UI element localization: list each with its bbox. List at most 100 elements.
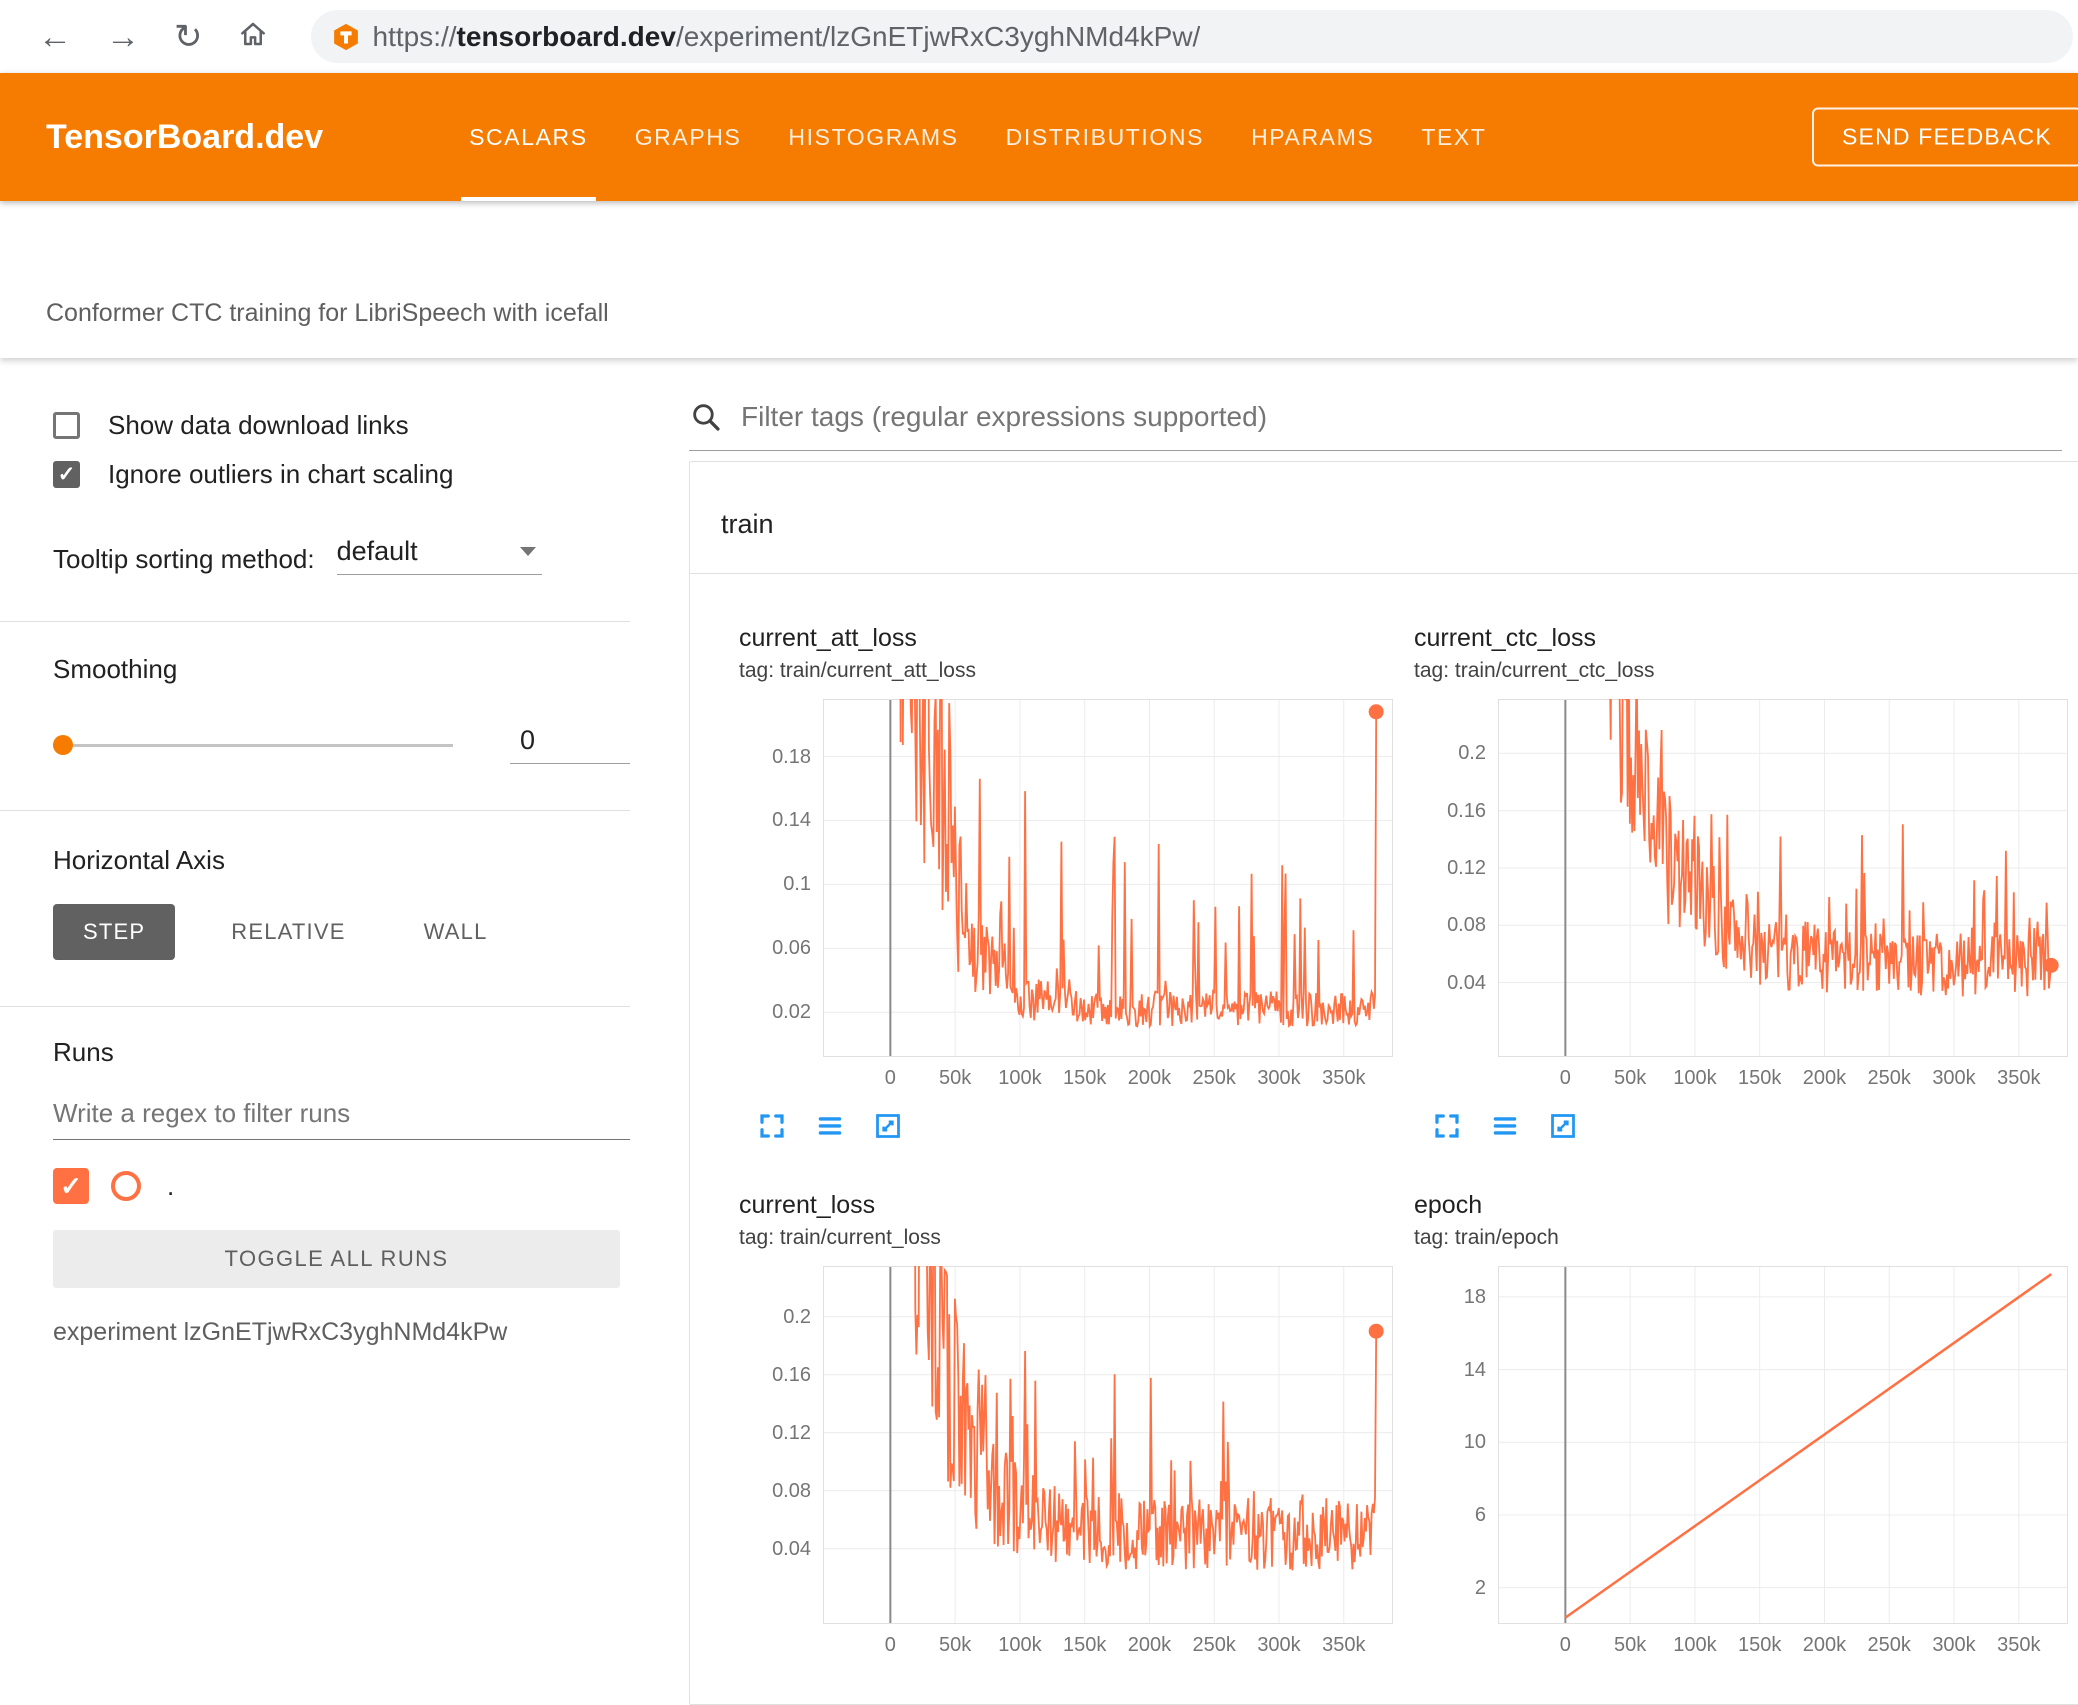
tag-filter-input[interactable] bbox=[739, 400, 2062, 434]
chart-title: current_loss bbox=[739, 1191, 876, 1219]
run-checkbox-icon[interactable] bbox=[53, 1168, 89, 1204]
y-tick-label: 10 bbox=[1463, 1431, 1486, 1454]
axis-relative-button[interactable]: RELATIVE bbox=[209, 904, 367, 960]
x-tick-label: 350k bbox=[1322, 1067, 1366, 1089]
address-bar[interactable]: https://tensorboard.dev/experiment/lzGnE… bbox=[310, 10, 2073, 63]
y-tick-label: 0.06 bbox=[772, 937, 811, 960]
tooltip-sorting-label: Tooltip sorting method: bbox=[53, 544, 315, 574]
fullscreen-icon[interactable] bbox=[757, 1111, 787, 1141]
chart-title: current_att_loss bbox=[739, 624, 917, 652]
app-header: TensorBoard.dev SCALARS GRAPHS HISTOGRAMS D… bbox=[0, 73, 2078, 201]
horizontal-axis-label: Horizontal Axis bbox=[53, 845, 225, 875]
smoothing-slider[interactable] bbox=[53, 734, 453, 755]
y-tick-label: 0.18 bbox=[772, 745, 811, 768]
fit-domain-icon[interactable] bbox=[1548, 1111, 1578, 1141]
main-content: train current_att_loss tag: train/current… bbox=[663, 358, 2078, 1705]
divider bbox=[0, 810, 630, 811]
chart-tag: tag: train/current_ctc_loss bbox=[1414, 659, 1655, 682]
chart-tag: tag: train/epoch bbox=[1414, 1226, 1559, 1249]
tag-filter bbox=[689, 400, 2062, 451]
chart-epoch: epoch tag: train/epoch 2 6 10 14 18 0 50k 100k 150… bbox=[1414, 1191, 2068, 1664]
y-tick-label: 0.1 bbox=[783, 873, 811, 896]
y-tick-label: 0.12 bbox=[1447, 856, 1486, 879]
axis-wall-button[interactable]: WALL bbox=[402, 904, 510, 960]
forward-icon[interactable]: → bbox=[106, 20, 140, 54]
run-name: . bbox=[167, 1170, 175, 1201]
y-tick-label: 2 bbox=[1474, 1576, 1486, 1599]
tab-hparams[interactable]: HPARAMS bbox=[1251, 73, 1374, 201]
chart-current_loss: current_loss tag: train/current_loss 0.04 0… bbox=[739, 1191, 1393, 1664]
tag-group-card: train current_att_loss tag: train/current… bbox=[689, 461, 2078, 1705]
tab-graphs[interactable]: GRAPHS bbox=[635, 73, 742, 201]
nav-tabs: SCALARS GRAPHS HISTOGRAMS DISTRIBUTIONS HPAR… bbox=[461, 73, 1486, 201]
browser-chrome: ← → ↻ https://tensorboard.dev/experiment… bbox=[0, 0, 2078, 73]
y-tick-label: 0.16 bbox=[772, 1363, 811, 1386]
tab-text[interactable]: TEXT bbox=[1421, 73, 1486, 201]
y-tick-label: 0.16 bbox=[1447, 799, 1486, 822]
show-download-links-checkbox[interactable]: Show data download links bbox=[53, 410, 663, 441]
y-tick-label: 14 bbox=[1463, 1358, 1486, 1381]
smoothing-value[interactable]: 0 bbox=[510, 725, 630, 764]
run-row[interactable]: . bbox=[53, 1168, 663, 1204]
tooltip-sorting-value: default bbox=[336, 536, 418, 566]
y-tick-label: 18 bbox=[1463, 1285, 1486, 1308]
sidebar: Show data download links Ignore outliers… bbox=[0, 358, 663, 1666]
ignore-outliers-checkbox[interactable]: Ignore outliers in chart scaling bbox=[53, 459, 663, 490]
experiment-title: Conformer CTC training for LibriSpeech w… bbox=[46, 299, 609, 327]
chart-title: epoch bbox=[1414, 1191, 1483, 1219]
x-tick-label: 350k bbox=[1997, 1067, 2041, 1089]
y-tick-label: 0.04 bbox=[772, 1537, 811, 1560]
chart-plot bbox=[1498, 699, 2068, 1057]
checkbox-icon[interactable] bbox=[53, 412, 80, 439]
url-text: https://tensorboard.dev/experiment/lzGnE… bbox=[372, 20, 1201, 52]
send-feedback-button[interactable]: SEND FEEDBACK bbox=[1812, 107, 2078, 167]
tab-distributions[interactable]: DISTRIBUTIONS bbox=[1006, 73, 1204, 201]
x-tick-label: 350k bbox=[1997, 1634, 2041, 1656]
charts-grid: current_att_loss tag: train/current_att_l… bbox=[690, 574, 2078, 1704]
run-color-swatch bbox=[111, 1171, 141, 1201]
toggle-all-runs-button[interactable]: TOGGLE ALL RUNS bbox=[53, 1230, 620, 1288]
checkbox-icon[interactable] bbox=[53, 461, 80, 488]
reload-icon[interactable]: ↻ bbox=[174, 20, 203, 54]
y-tick-label: 0.08 bbox=[1447, 914, 1486, 937]
home-icon[interactable] bbox=[237, 18, 269, 56]
runs-regex-input[interactable] bbox=[53, 1092, 630, 1140]
y-tick-label: 0.2 bbox=[1458, 742, 1486, 765]
chart-plot bbox=[1498, 1266, 2068, 1624]
smoothing-label: Smoothing bbox=[53, 654, 178, 684]
tab-scalars[interactable]: SCALARS bbox=[461, 73, 596, 201]
checkbox-label: Show data download links bbox=[108, 410, 409, 440]
chart-title: current_ctc_loss bbox=[1414, 624, 1597, 652]
experiment-caption: experiment lzGnETjwRxC3yghNMd4kPw bbox=[53, 1318, 508, 1346]
chart-current_att_loss: current_att_loss tag: train/current_att_l… bbox=[739, 624, 1393, 1141]
tooltip-sorting-select[interactable]: default bbox=[336, 536, 542, 575]
search-icon bbox=[689, 400, 723, 434]
tensorboard-favicon bbox=[331, 22, 361, 52]
chart-plot bbox=[823, 699, 1393, 1057]
chart-tag: tag: train/current_att_loss bbox=[739, 659, 976, 682]
axis-step-button[interactable]: STEP bbox=[53, 904, 176, 960]
y-tick-label: 0.12 bbox=[772, 1421, 811, 1444]
chevron-down-icon bbox=[519, 547, 536, 556]
app-logo: TensorBoard.dev bbox=[46, 117, 324, 156]
data-table-icon[interactable] bbox=[815, 1111, 845, 1141]
tab-histograms[interactable]: HISTOGRAMS bbox=[788, 73, 958, 201]
fit-domain-icon[interactable] bbox=[873, 1111, 903, 1141]
y-tick-label: 6 bbox=[1474, 1503, 1486, 1526]
back-icon[interactable]: ← bbox=[38, 20, 72, 54]
fullscreen-icon[interactable] bbox=[1432, 1111, 1462, 1141]
divider bbox=[0, 1006, 630, 1007]
chart-tag: tag: train/current_loss bbox=[739, 1226, 941, 1249]
y-tick-label: 0.14 bbox=[772, 809, 811, 832]
chart-plot bbox=[823, 1266, 1393, 1624]
runs-label: Runs bbox=[53, 1037, 114, 1067]
x-tick-label: 350k bbox=[1322, 1634, 1366, 1656]
slider-thumb[interactable] bbox=[53, 734, 73, 755]
y-tick-label: 0.08 bbox=[772, 1479, 811, 1502]
slider-track bbox=[53, 743, 453, 747]
data-table-icon[interactable] bbox=[1490, 1111, 1520, 1141]
tag-group-header[interactable]: train bbox=[690, 462, 2078, 574]
y-tick-label: 0.2 bbox=[783, 1305, 811, 1328]
chart-current_ctc_loss: current_ctc_loss tag: train/current_ctc_l… bbox=[1414, 624, 2068, 1141]
y-tick-label: 0.04 bbox=[1447, 971, 1486, 994]
